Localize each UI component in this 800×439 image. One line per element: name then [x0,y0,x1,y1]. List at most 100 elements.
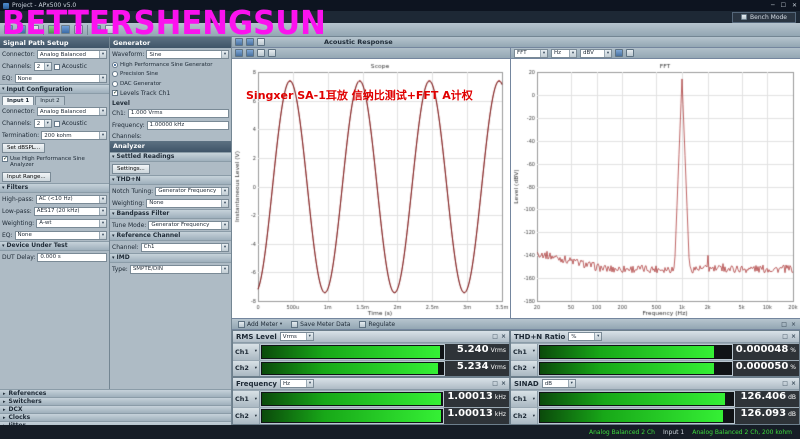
notch-tuning-select[interactable]: Generator Frequency ▾ [155,186,229,196]
channel-label: Ch2 [513,412,527,420]
popout-icon[interactable]: □ [782,380,788,387]
tune-mode-select[interactable]: Generator Frequency ▾ [148,220,229,230]
popout-icon[interactable]: □ [782,333,788,340]
accordion-dcx[interactable]: ▸ DCX [0,405,231,413]
input-configuration-section[interactable]: ▾ Input Configuration [0,84,109,94]
reference-channel-title: Reference Channel [116,232,181,240]
rms-ch1-select[interactable]: Ch1 ▾ [233,344,260,360]
imd-title: IMD [116,254,130,262]
thdn-ch1-select[interactable]: Ch1 ▾ [511,344,538,360]
fft-plot[interactable] [511,59,800,318]
grid-icon[interactable] [257,49,265,57]
bandpass-title: Bandpass Filter [116,210,170,218]
close-icon[interactable]: × [791,321,796,328]
filters-eq-select[interactable]: None ▾ [14,230,107,240]
input-channels-stepper[interactable]: 2 ▾ [33,119,52,128]
regulate-button[interactable]: Regulate [357,320,397,328]
dut-delay-field[interactable]: 0.000 s [37,252,107,262]
input-connector-select[interactable]: Analog Balanced ▾ [36,107,107,116]
popout-icon[interactable]: □ [492,333,498,340]
cursor-icon[interactable] [235,49,243,57]
termination-select[interactable]: 200 kohm ▾ [41,131,107,140]
generator-frequency-field[interactable]: 1.00000 kHz [146,120,229,130]
close-icon[interactable]: × [501,333,506,340]
value-unit: dB [788,394,796,401]
close-icon[interactable]: ✕ [792,2,797,9]
fft-toolbar: FFT ▾ Hz ▾ dBV ▾ [511,48,800,59]
generator-level-field[interactable]: 1.000 Vrms [127,108,229,118]
filters-section[interactable]: ▾ Filters [0,182,109,193]
fft-x-unit-select[interactable]: Hz ▾ [551,48,577,58]
hp-sine-analyzer-checkbox[interactable] [2,155,8,162]
tab-input-2[interactable]: Input 2 [35,96,65,105]
sinad-ch2-select[interactable]: Ch2 ▾ [511,408,538,424]
tab-input-1[interactable]: Input 1 [2,96,35,105]
output-connector-select[interactable]: Analog Balanced ▾ [36,50,107,59]
bandpass-section[interactable]: ▾ Bandpass Filter [110,208,231,219]
acoustic-checkbox[interactable] [53,63,60,70]
popout-icon[interactable]: □ [492,380,498,387]
zoom-icon[interactable] [246,49,254,57]
weighting-select[interactable]: A-wt ▾ [36,218,107,228]
highpass-select[interactable]: AC (<10 Hz) ▾ [35,194,107,204]
levels-track-checkbox[interactable] [112,89,118,97]
input-acoustic-checkbox[interactable] [53,120,60,127]
dut-section[interactable]: ▾ Device Under Test [0,240,109,251]
popout-icon[interactable]: □ [781,321,787,328]
reference-channel-section[interactable]: ▾ Reference Channel [110,230,231,241]
lowpass-label: Low-pass: [2,207,32,215]
thdn-unit-value: % [571,333,577,340]
frequency-ch2-select[interactable]: Ch2 ▾ [233,408,260,424]
frequency-unit-value: Hz [282,380,291,387]
sinad-unit-select[interactable]: dB ▾ [541,379,576,388]
rms-meter-title: RMS Level [236,332,277,341]
minimize-icon[interactable]: ─ [771,2,775,9]
settled-readings-section[interactable]: ▾ Settled Readings [110,151,231,162]
meter-row: Ch1 ▾ 126.406 dB [511,390,799,407]
close-icon[interactable]: × [791,333,796,340]
chevron-down-icon: ▾ [567,380,575,387]
dac-generator-radio[interactable] [112,80,118,87]
imd-section[interactable]: ▾ IMD [110,252,231,263]
accordion-clocks[interactable]: ▸ Clocks [0,413,231,421]
rms-ch2-select[interactable]: Ch2 ▾ [233,360,260,376]
frequency-ch1-select[interactable]: Ch1 ▾ [233,391,260,407]
export-icon[interactable] [268,49,276,57]
set-dbspl-button[interactable]: Set dBSPL... [2,143,46,153]
output-channels-stepper[interactable]: 2 ▾ [33,62,52,71]
lowpass-select[interactable]: AES17 (20 kHz) ▾ [33,206,107,216]
close-icon[interactable]: × [501,380,506,387]
hp-sine-generator-radio[interactable] [112,62,118,68]
analyzer-weighting-select[interactable]: None ▾ [146,198,229,208]
thdn-ch2-select[interactable]: Ch2 ▾ [511,360,538,376]
export-icon[interactable] [626,49,634,57]
eq-select[interactable]: None ▾ [14,74,107,83]
chevron-down-icon: ▾ [532,349,535,355]
fft-selector[interactable]: FFT ▾ [514,48,548,58]
accordion-references[interactable]: ▸ References [0,389,231,397]
settings-button[interactable]: Settings... [112,163,150,174]
cursor-icon[interactable] [615,49,623,57]
meter-row: Ch2 ▾ 0.000050% [511,359,799,376]
imd-type-select[interactable]: SMPTE/DIN ▾ [129,264,229,274]
analyzer-header[interactable]: Analyzer [110,140,231,152]
thdn-unit-select[interactable]: % ▾ [568,332,603,341]
close-icon[interactable]: × [791,380,796,387]
add-meter-button[interactable]: Add Meter ▾ [236,320,284,328]
frequency-unit-select[interactable]: Hz ▾ [279,379,314,388]
value-unit: kHz [494,394,506,401]
fft-y-unit-select[interactable]: dBV ▾ [580,48,612,58]
input-connector-value: Analog Balanced [39,108,87,115]
thdn-section[interactable]: ▾ THD+N [110,174,231,185]
reference-channel-select[interactable]: Ch1 ▾ [140,242,229,252]
save-meter-data-button[interactable]: Save Meter Data [289,320,352,328]
maximize-icon[interactable]: ☐ [781,2,786,9]
input-range-button[interactable]: Input Range... [2,171,51,182]
waveform-select[interactable]: Sine ▾ [146,50,229,59]
generator-level-value: 1.000 Vrms [130,110,163,117]
sinad-ch1-select[interactable]: Ch1 ▾ [511,391,538,407]
rms-unit-select[interactable]: Vrms ▾ [279,332,314,341]
accordion-switchers[interactable]: ▸ Switchers [0,397,231,405]
bench-mode-button[interactable]: Bench Mode [732,11,796,23]
precision-sine-radio[interactable] [112,71,118,78]
